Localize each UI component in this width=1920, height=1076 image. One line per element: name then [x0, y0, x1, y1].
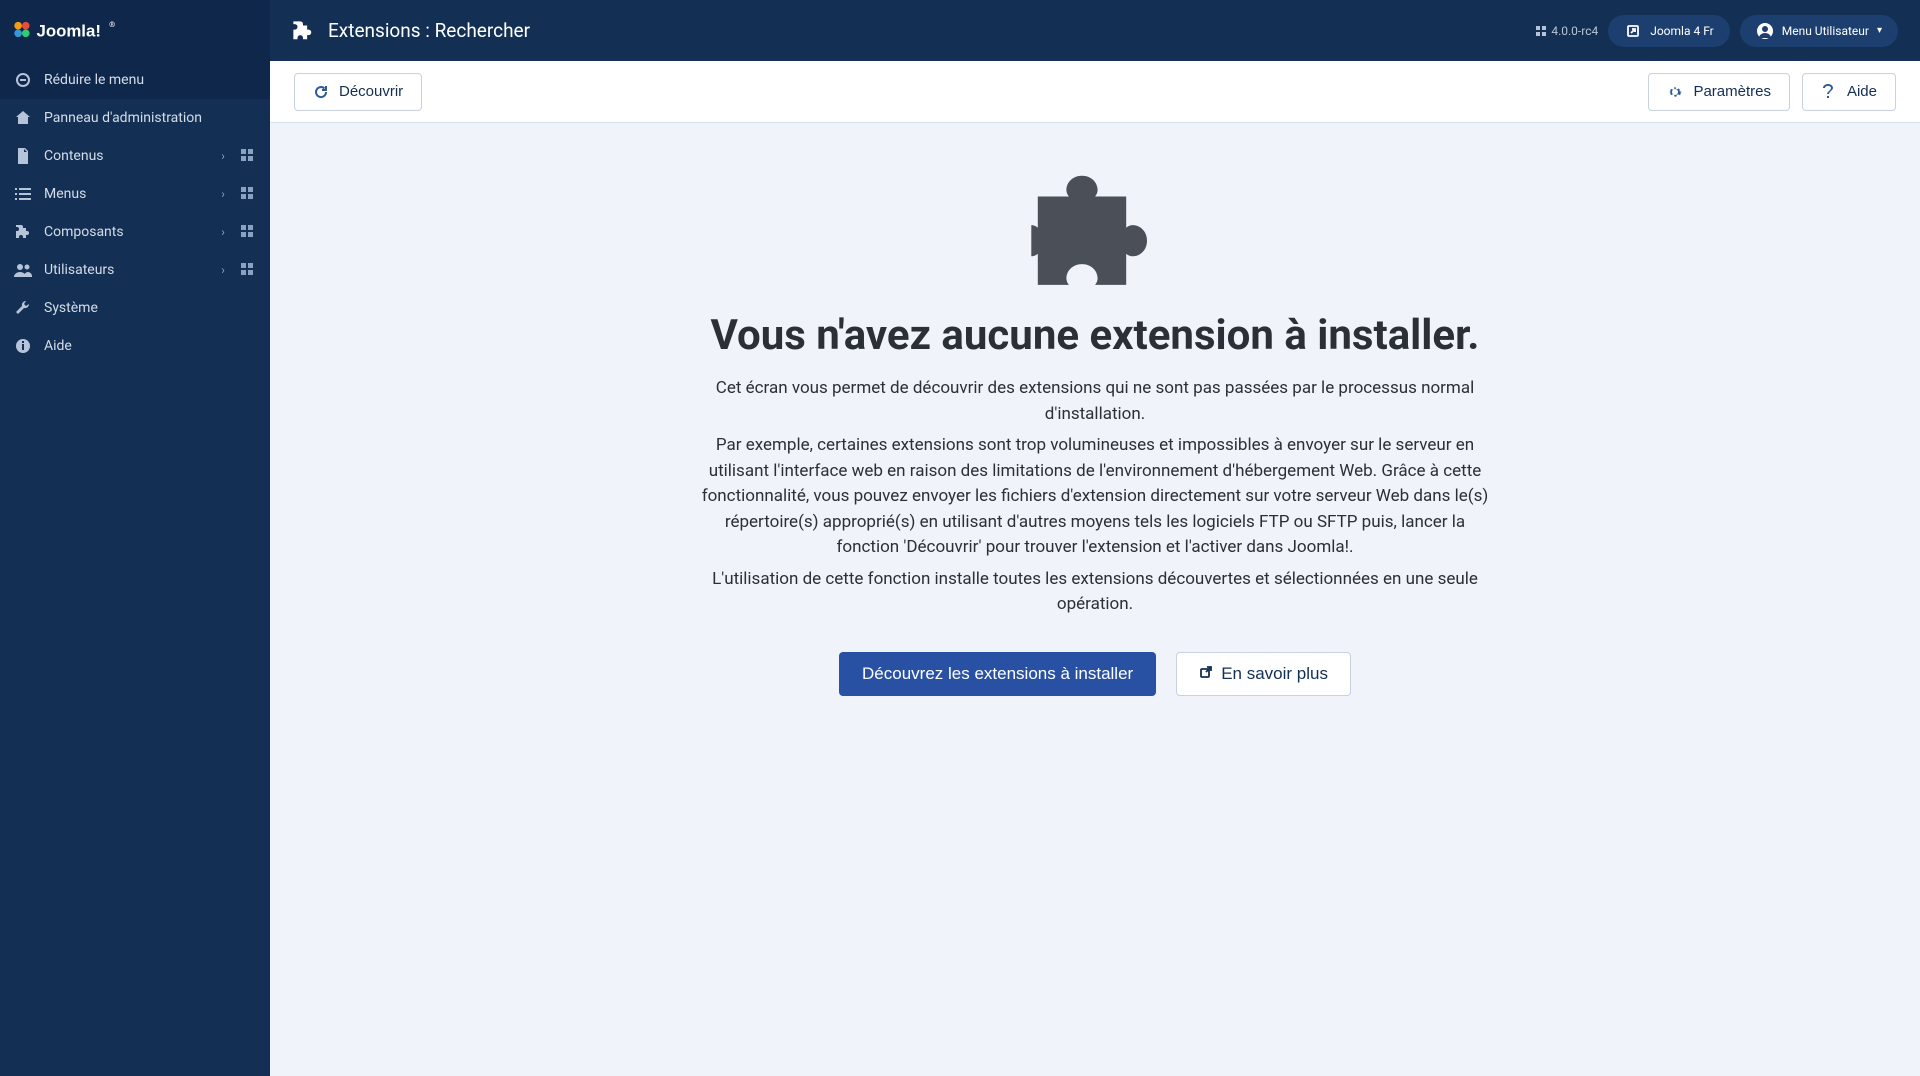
sidebar-item-components[interactable]: Composants › [0, 213, 270, 251]
help-label: Aide [1847, 83, 1877, 100]
user-icon [1756, 22, 1774, 40]
dashboard-grid-icon[interactable] [238, 148, 256, 165]
options-button[interactable]: Paramètres [1648, 73, 1790, 111]
page-title: Extensions : Rechercher [328, 19, 1521, 42]
sidebar-item-dashboard[interactable]: Panneau d'administration [0, 99, 270, 137]
svg-text:®: ® [109, 20, 115, 29]
question-icon [1821, 84, 1837, 100]
sidebar-item-menus[interactable]: Menus › [0, 175, 270, 213]
toolbar: Découvrir Paramètres Aide [270, 61, 1920, 123]
topbar: Extensions : Rechercher 4.0.0-rc4 Joomla… [270, 0, 1920, 61]
sidebar-item-content[interactable]: Contenus › [0, 137, 270, 175]
discover-label: Découvrir [339, 83, 403, 100]
help-button[interactable]: Aide [1802, 73, 1896, 111]
empty-p1: Cet écran vous permet de découvrir des e… [695, 376, 1495, 427]
collapse-menu[interactable]: Réduire le menu [0, 61, 270, 99]
empty-p2: Par exemple, certaines extensions sont t… [695, 433, 1495, 561]
empty-heading: Vous n'avez aucune extension à installer… [711, 311, 1480, 360]
user-menu-label: Menu Utilisateur [1782, 24, 1869, 38]
main: Extensions : Rechercher 4.0.0-rc4 Joomla… [270, 0, 1920, 1076]
external-link-icon [1624, 22, 1642, 40]
svg-text:Joomla!: Joomla! [36, 21, 100, 40]
sidebar-item-label: Panneau d'administration [44, 110, 256, 126]
gear-icon [1667, 84, 1683, 100]
options-label: Paramètres [1693, 83, 1771, 100]
sidebar-item-system[interactable]: Système [0, 289, 270, 327]
discover-button[interactable]: Découvrir [294, 73, 422, 111]
site-link[interactable]: Joomla 4 Fr [1608, 15, 1730, 47]
learn-more-button[interactable]: En savoir plus [1176, 652, 1351, 696]
learn-more-label: En savoir plus [1221, 664, 1328, 684]
external-link-icon [1199, 664, 1213, 684]
sidebar-item-label: Aide [44, 338, 256, 354]
users-icon [14, 263, 32, 277]
chevron-right-icon: › [214, 263, 232, 277]
chevron-right-icon: › [214, 187, 232, 201]
sidebar-item-label: Utilisateurs [44, 262, 202, 278]
site-link-label: Joomla 4 Fr [1650, 24, 1714, 38]
list-icon [14, 187, 32, 201]
chevron-down-icon: ▾ [1877, 25, 1882, 36]
sidebar-item-label: Contenus [44, 148, 202, 164]
topbar-right: 4.0.0-rc4 Joomla 4 Fr Menu Utilisateur ▾ [1535, 15, 1898, 47]
empty-p3: L'utilisation de cette fonction installe… [695, 567, 1495, 618]
dashboard-grid-icon[interactable] [238, 186, 256, 203]
user-menu[interactable]: Menu Utilisateur ▾ [1740, 15, 1898, 47]
discover-extensions-label: Découvrez les extensions à installer [862, 664, 1133, 684]
sidebar-item-help[interactable]: Aide [0, 327, 270, 365]
puzzle-big-icon [1030, 169, 1160, 293]
version-text: 4.0.0-rc4 [1551, 24, 1598, 38]
empty-state: Vous n'avez aucune extension à installer… [270, 123, 1920, 1076]
wrench-icon [14, 300, 32, 316]
sidebar: Joomla! ® Réduire le menu Panneau d'admi… [0, 0, 270, 1076]
empty-description: Cet écran vous permet de découvrir des e… [695, 376, 1495, 624]
puzzle-icon [14, 224, 32, 240]
discover-extensions-button[interactable]: Découvrez les extensions à installer [839, 652, 1156, 696]
home-icon [14, 110, 32, 126]
sidebar-item-users[interactable]: Utilisateurs › [0, 251, 270, 289]
brand-logo[interactable]: Joomla! ® [0, 0, 270, 61]
collapse-label: Réduire le menu [44, 72, 256, 88]
file-icon [14, 148, 32, 164]
dashboard-grid-icon[interactable] [238, 262, 256, 279]
chevron-right-icon: › [214, 149, 232, 163]
sidebar-item-label: Système [44, 300, 256, 316]
version-badge: 4.0.0-rc4 [1535, 24, 1598, 38]
collapse-icon [14, 72, 32, 88]
empty-actions: Découvrez les extensions à installer En … [839, 652, 1351, 696]
joomla-logo-icon: Joomla! ® [12, 18, 142, 44]
joomla-mark-icon [1535, 25, 1547, 37]
puzzle-icon [292, 20, 314, 42]
dashboard-grid-icon[interactable] [238, 224, 256, 241]
info-icon [14, 338, 32, 354]
sidebar-item-label: Menus [44, 186, 202, 202]
chevron-right-icon: › [214, 225, 232, 239]
refresh-icon [313, 84, 329, 100]
sidebar-item-label: Composants [44, 224, 202, 240]
